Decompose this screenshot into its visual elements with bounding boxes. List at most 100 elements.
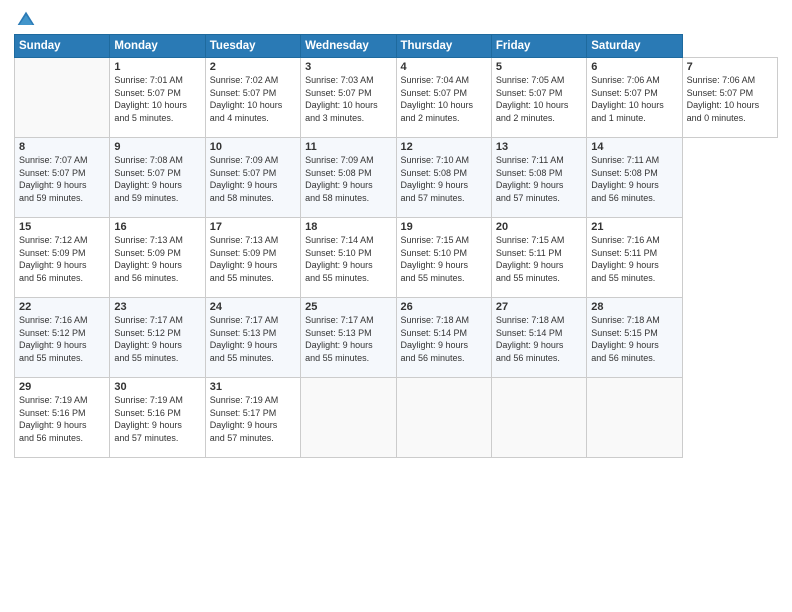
day-number: 29 bbox=[19, 381, 105, 393]
day-info: Sunrise: 7:06 AM Sunset: 5:07 PM Dayligh… bbox=[687, 74, 773, 124]
col-header-wednesday: Wednesday bbox=[301, 35, 396, 58]
day-number: 18 bbox=[305, 221, 391, 233]
day-cell: 31Sunrise: 7:19 AM Sunset: 5:17 PM Dayli… bbox=[205, 378, 300, 458]
day-cell: 8Sunrise: 7:07 AM Sunset: 5:07 PM Daylig… bbox=[15, 138, 110, 218]
day-number: 25 bbox=[305, 301, 391, 313]
week-row-4: 22Sunrise: 7:16 AM Sunset: 5:12 PM Dayli… bbox=[15, 298, 778, 378]
day-info: Sunrise: 7:10 AM Sunset: 5:08 PM Dayligh… bbox=[401, 154, 487, 204]
day-number: 27 bbox=[496, 301, 582, 313]
day-number: 1 bbox=[114, 61, 200, 73]
col-header-monday: Monday bbox=[110, 35, 205, 58]
day-info: Sunrise: 7:16 AM Sunset: 5:12 PM Dayligh… bbox=[19, 314, 105, 364]
day-cell: 26Sunrise: 7:18 AM Sunset: 5:14 PM Dayli… bbox=[396, 298, 491, 378]
day-info: Sunrise: 7:19 AM Sunset: 5:16 PM Dayligh… bbox=[114, 394, 200, 444]
day-info: Sunrise: 7:07 AM Sunset: 5:07 PM Dayligh… bbox=[19, 154, 105, 204]
day-cell: 15Sunrise: 7:12 AM Sunset: 5:09 PM Dayli… bbox=[15, 218, 110, 298]
day-info: Sunrise: 7:12 AM Sunset: 5:09 PM Dayligh… bbox=[19, 234, 105, 284]
day-number: 23 bbox=[114, 301, 200, 313]
day-info: Sunrise: 7:18 AM Sunset: 5:14 PM Dayligh… bbox=[401, 314, 487, 364]
day-info: Sunrise: 7:15 AM Sunset: 5:10 PM Dayligh… bbox=[401, 234, 487, 284]
day-number: 4 bbox=[401, 61, 487, 73]
day-info: Sunrise: 7:17 AM Sunset: 5:13 PM Dayligh… bbox=[305, 314, 391, 364]
col-header-thursday: Thursday bbox=[396, 35, 491, 58]
day-number: 26 bbox=[401, 301, 487, 313]
day-cell: 16Sunrise: 7:13 AM Sunset: 5:09 PM Dayli… bbox=[110, 218, 205, 298]
day-info: Sunrise: 7:13 AM Sunset: 5:09 PM Dayligh… bbox=[114, 234, 200, 284]
day-cell: 18Sunrise: 7:14 AM Sunset: 5:10 PM Dayli… bbox=[301, 218, 396, 298]
day-info: Sunrise: 7:03 AM Sunset: 5:07 PM Dayligh… bbox=[305, 74, 391, 124]
day-cell: 25Sunrise: 7:17 AM Sunset: 5:13 PM Dayli… bbox=[301, 298, 396, 378]
day-info: Sunrise: 7:13 AM Sunset: 5:09 PM Dayligh… bbox=[210, 234, 296, 284]
day-info: Sunrise: 7:17 AM Sunset: 5:13 PM Dayligh… bbox=[210, 314, 296, 364]
day-cell: 13Sunrise: 7:11 AM Sunset: 5:08 PM Dayli… bbox=[491, 138, 586, 218]
day-cell: 1Sunrise: 7:01 AM Sunset: 5:07 PM Daylig… bbox=[110, 58, 205, 138]
day-cell: 10Sunrise: 7:09 AM Sunset: 5:07 PM Dayli… bbox=[205, 138, 300, 218]
day-cell: 28Sunrise: 7:18 AM Sunset: 5:15 PM Dayli… bbox=[587, 298, 682, 378]
col-header-saturday: Saturday bbox=[587, 35, 682, 58]
day-number: 7 bbox=[687, 61, 773, 73]
header bbox=[14, 10, 778, 30]
day-number: 15 bbox=[19, 221, 105, 233]
day-info: Sunrise: 7:17 AM Sunset: 5:12 PM Dayligh… bbox=[114, 314, 200, 364]
day-info: Sunrise: 7:04 AM Sunset: 5:07 PM Dayligh… bbox=[401, 74, 487, 124]
day-cell bbox=[396, 378, 491, 458]
day-info: Sunrise: 7:19 AM Sunset: 5:17 PM Dayligh… bbox=[210, 394, 296, 444]
day-cell: 29Sunrise: 7:19 AM Sunset: 5:16 PM Dayli… bbox=[15, 378, 110, 458]
day-cell: 2Sunrise: 7:02 AM Sunset: 5:07 PM Daylig… bbox=[205, 58, 300, 138]
week-row-3: 15Sunrise: 7:12 AM Sunset: 5:09 PM Dayli… bbox=[15, 218, 778, 298]
day-info: Sunrise: 7:11 AM Sunset: 5:08 PM Dayligh… bbox=[496, 154, 582, 204]
col-header-friday: Friday bbox=[491, 35, 586, 58]
day-info: Sunrise: 7:18 AM Sunset: 5:14 PM Dayligh… bbox=[496, 314, 582, 364]
day-number: 12 bbox=[401, 141, 487, 153]
day-info: Sunrise: 7:14 AM Sunset: 5:10 PM Dayligh… bbox=[305, 234, 391, 284]
day-info: Sunrise: 7:06 AM Sunset: 5:07 PM Dayligh… bbox=[591, 74, 677, 124]
day-number: 13 bbox=[496, 141, 582, 153]
day-info: Sunrise: 7:16 AM Sunset: 5:11 PM Dayligh… bbox=[591, 234, 677, 284]
day-cell: 9Sunrise: 7:08 AM Sunset: 5:07 PM Daylig… bbox=[110, 138, 205, 218]
day-cell: 7Sunrise: 7:06 AM Sunset: 5:07 PM Daylig… bbox=[682, 58, 777, 138]
day-number: 10 bbox=[210, 141, 296, 153]
day-cell: 21Sunrise: 7:16 AM Sunset: 5:11 PM Dayli… bbox=[587, 218, 682, 298]
day-info: Sunrise: 7:01 AM Sunset: 5:07 PM Dayligh… bbox=[114, 74, 200, 124]
day-info: Sunrise: 7:19 AM Sunset: 5:16 PM Dayligh… bbox=[19, 394, 105, 444]
day-number: 3 bbox=[305, 61, 391, 73]
day-info: Sunrise: 7:09 AM Sunset: 5:07 PM Dayligh… bbox=[210, 154, 296, 204]
day-cell: 5Sunrise: 7:05 AM Sunset: 5:07 PM Daylig… bbox=[491, 58, 586, 138]
day-info: Sunrise: 7:11 AM Sunset: 5:08 PM Dayligh… bbox=[591, 154, 677, 204]
day-cell bbox=[301, 378, 396, 458]
day-number: 6 bbox=[591, 61, 677, 73]
day-cell bbox=[491, 378, 586, 458]
day-info: Sunrise: 7:05 AM Sunset: 5:07 PM Dayligh… bbox=[496, 74, 582, 124]
day-cell: 12Sunrise: 7:10 AM Sunset: 5:08 PM Dayli… bbox=[396, 138, 491, 218]
day-info: Sunrise: 7:18 AM Sunset: 5:15 PM Dayligh… bbox=[591, 314, 677, 364]
day-number: 17 bbox=[210, 221, 296, 233]
day-cell bbox=[15, 58, 110, 138]
day-cell: 24Sunrise: 7:17 AM Sunset: 5:13 PM Dayli… bbox=[205, 298, 300, 378]
day-number: 5 bbox=[496, 61, 582, 73]
day-number: 22 bbox=[19, 301, 105, 313]
day-number: 8 bbox=[19, 141, 105, 153]
col-header-sunday: Sunday bbox=[15, 35, 110, 58]
day-number: 24 bbox=[210, 301, 296, 313]
day-number: 19 bbox=[401, 221, 487, 233]
day-cell: 14Sunrise: 7:11 AM Sunset: 5:08 PM Dayli… bbox=[587, 138, 682, 218]
day-cell: 20Sunrise: 7:15 AM Sunset: 5:11 PM Dayli… bbox=[491, 218, 586, 298]
day-number: 2 bbox=[210, 61, 296, 73]
logo-icon bbox=[16, 10, 36, 30]
day-cell: 6Sunrise: 7:06 AM Sunset: 5:07 PM Daylig… bbox=[587, 58, 682, 138]
week-row-5: 29Sunrise: 7:19 AM Sunset: 5:16 PM Dayli… bbox=[15, 378, 778, 458]
day-number: 14 bbox=[591, 141, 677, 153]
day-number: 30 bbox=[114, 381, 200, 393]
day-cell: 23Sunrise: 7:17 AM Sunset: 5:12 PM Dayli… bbox=[110, 298, 205, 378]
day-number: 20 bbox=[496, 221, 582, 233]
calendar-table: SundayMondayTuesdayWednesdayThursdayFrid… bbox=[14, 34, 778, 458]
logo bbox=[14, 14, 36, 30]
week-row-1: 1Sunrise: 7:01 AM Sunset: 5:07 PM Daylig… bbox=[15, 58, 778, 138]
day-number: 16 bbox=[114, 221, 200, 233]
day-cell bbox=[587, 378, 682, 458]
day-info: Sunrise: 7:08 AM Sunset: 5:07 PM Dayligh… bbox=[114, 154, 200, 204]
day-number: 28 bbox=[591, 301, 677, 313]
page-container: SundayMondayTuesdayWednesdayThursdayFrid… bbox=[0, 0, 792, 468]
day-info: Sunrise: 7:09 AM Sunset: 5:08 PM Dayligh… bbox=[305, 154, 391, 204]
day-number: 9 bbox=[114, 141, 200, 153]
